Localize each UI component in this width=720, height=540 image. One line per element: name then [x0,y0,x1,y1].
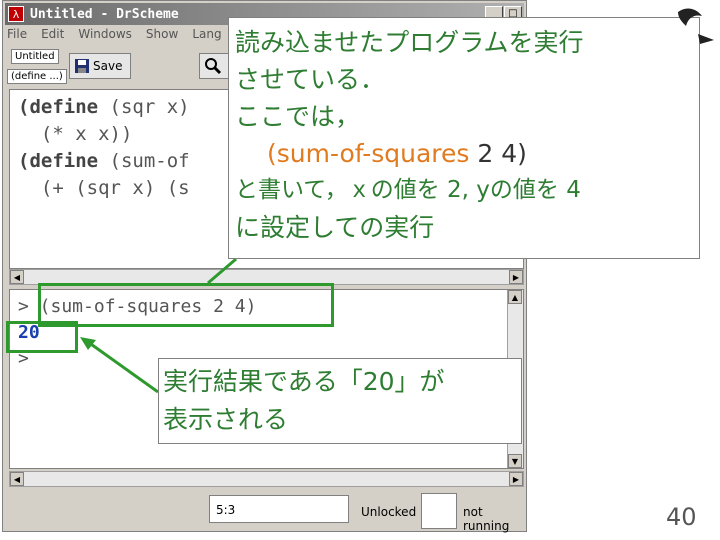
page-number: 40 [666,503,697,531]
explanation-callout: 読み込ませたプログラムを実行 させている． ここでは， (sum-of-squa… [228,17,700,259]
callout-line: 表示される [163,405,289,434]
callout-line: と書いて，ｘの値を 2, yの値を 4 [235,177,581,203]
callout-line: 読み込ませたプログラムを実行 [235,28,584,57]
callout-line: ここでは， [235,102,361,131]
callout-line: させている． [235,65,386,94]
result-callout: 実行結果である「20」が 表示される [158,358,522,444]
callout-code-line: (sum-of-squares 2 4) [267,139,527,168]
callout-line: に設定しての実行 [235,213,435,242]
logo-icon [678,8,714,44]
callout-line: 実行結果である「20」が [163,367,445,396]
